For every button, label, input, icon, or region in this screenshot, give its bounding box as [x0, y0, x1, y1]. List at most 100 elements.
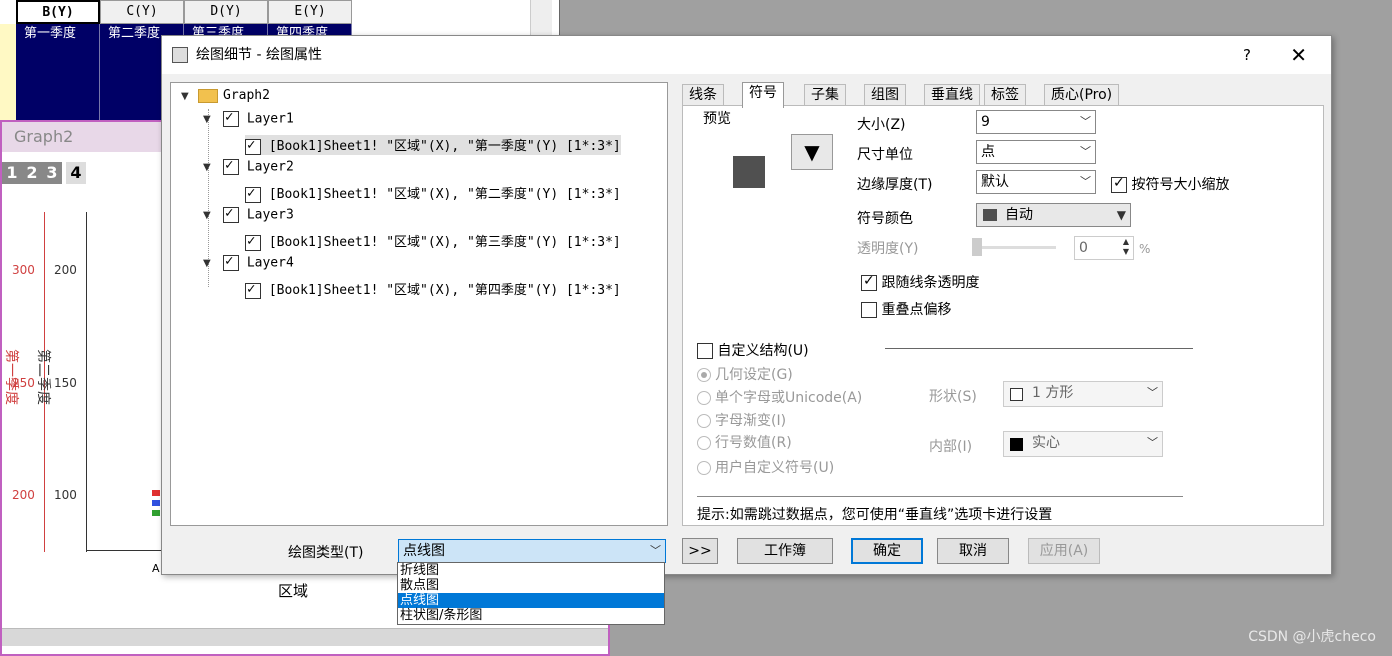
layer-button-1[interactable]: 1 — [2, 162, 22, 184]
apply-button[interactable]: 应用(A) — [1028, 538, 1100, 564]
scale-checkbox-row[interactable]: 按符号大小缩放 — [1111, 174, 1229, 194]
column-header-b[interactable]: B(Y) — [16, 0, 100, 24]
column-header-c[interactable]: C(Y) — [100, 0, 184, 24]
shape-label: 形状(S) — [929, 389, 977, 405]
layer3-checkbox[interactable] — [223, 205, 239, 223]
filled-square-icon — [1010, 438, 1023, 451]
tree-layer4[interactable]: Layer4 — [223, 253, 294, 271]
plot1-checkbox[interactable] — [245, 137, 261, 155]
graph-scrollbar[interactable] — [2, 628, 608, 646]
custom-struct-row[interactable]: 自定义结构(U) — [697, 340, 809, 360]
layer-button-4[interactable]: 4 — [66, 162, 86, 184]
dialog-title: 绘图细节 - 绘图属性 — [162, 36, 1331, 74]
option-bar[interactable]: 柱状图/条形图 — [398, 608, 664, 623]
watermark: CSDN @小虎checo — [1248, 629, 1376, 645]
plot-tree: ▼ Graph2 ▼ Layer1 [Book1]Sheet1! "区域"(X)… — [170, 82, 668, 526]
layer1-checkbox[interactable] — [223, 109, 239, 127]
transparency-unit: % — [1139, 242, 1151, 256]
radio-geometry-row[interactable]: 几何设定(G) — [697, 364, 793, 384]
option-line[interactable]: 折线图 — [398, 563, 664, 578]
unit-combo[interactable]: 点 ﹀ — [976, 140, 1096, 164]
custom-struct-label: 自定义结构(U) — [717, 343, 809, 359]
tab-droplines[interactable]: 垂直线 — [924, 84, 980, 106]
column-header-e[interactable]: E(Y) — [268, 0, 352, 24]
radio-user[interactable] — [697, 461, 711, 475]
collapse-caret-icon[interactable]: ▼ — [203, 162, 211, 173]
radio-geometry-label: 几何设定(G) — [715, 367, 793, 383]
slider-handle[interactable] — [972, 238, 982, 256]
column-header-d[interactable]: D(Y) — [184, 0, 268, 24]
tree-layer3[interactable]: Layer3 — [223, 205, 294, 223]
symbol-gallery-button[interactable]: ▼ — [791, 134, 833, 170]
collapse-caret-icon[interactable]: ▼ — [203, 114, 211, 125]
radio-rownum[interactable] — [697, 436, 711, 450]
edge-combo[interactable]: 默认 ﹀ — [976, 170, 1096, 194]
size-combo[interactable]: 9 ﹀ — [976, 110, 1096, 134]
plot2-checkbox[interactable] — [245, 185, 261, 203]
tab-symbol[interactable]: 符号 — [742, 82, 784, 108]
ok-button[interactable]: 确定 — [851, 538, 923, 564]
layer2-checkbox[interactable] — [223, 157, 239, 175]
symbol-preview — [733, 156, 765, 188]
row-header-strip — [0, 24, 16, 124]
radio-gradient[interactable] — [697, 414, 711, 428]
red-axis-label: 第一季度 — [3, 349, 19, 405]
collapse-caret-icon[interactable]: ▼ — [203, 210, 211, 221]
transparency-spinner[interactable]: 0 ▲ ▼ — [1074, 236, 1134, 260]
shape-combo[interactable]: 1 方形 ﹀ — [1003, 381, 1163, 407]
radio-rownum-row[interactable]: 行号数值(R) — [697, 432, 792, 452]
tree-layer2[interactable]: Layer2 — [223, 157, 294, 175]
radio-char-row[interactable]: 单个字母或Unicode(A) — [697, 387, 862, 407]
transparency-slider[interactable] — [976, 246, 1056, 249]
plot4-label: [Book1]Sheet1! "区域"(X), "第四季度"(Y) [1*:3*… — [268, 283, 621, 298]
radio-char[interactable] — [697, 391, 711, 405]
cell-b1[interactable]: 第一季度 — [16, 24, 100, 124]
red-tick-300: 300 — [12, 263, 35, 277]
size-value: 9 — [981, 114, 990, 130]
follow-line-checkbox[interactable] — [861, 273, 877, 291]
data-point-red — [152, 490, 160, 496]
expand-button[interactable]: >> — [682, 538, 718, 564]
radio-geometry[interactable] — [697, 368, 711, 382]
tree-plot3[interactable]: [Book1]Sheet1! "区域"(X), "第三季度"(Y) [1*:3*… — [245, 231, 621, 251]
unit-label: 尺寸单位 — [857, 147, 913, 163]
overlap-label: 重叠点偏移 — [881, 302, 952, 318]
radio-user-row[interactable]: 用户自定义符号(U) — [697, 457, 834, 477]
color-combo[interactable]: 自动 ▼ — [976, 203, 1131, 227]
follow-line-row[interactable]: 跟随线条透明度 — [861, 272, 979, 292]
tab-line[interactable]: 线条 — [682, 84, 724, 106]
collapse-caret-icon[interactable]: ▼ — [203, 258, 211, 269]
layer-button-3[interactable]: 3 — [42, 162, 62, 184]
plot3-checkbox[interactable] — [245, 233, 261, 251]
workbook-button[interactable]: 工作簿 — [737, 538, 833, 564]
layer4-checkbox[interactable] — [223, 253, 239, 271]
tree-layer1[interactable]: Layer1 — [223, 109, 294, 127]
tree-root[interactable]: Graph2 — [223, 88, 270, 103]
collapse-caret-icon[interactable]: ▼ — [181, 91, 189, 102]
interior-combo[interactable]: 实心 ﹀ — [1003, 431, 1163, 457]
tree-plot1[interactable]: [Book1]Sheet1! "区域"(X), "第一季度"(Y) [1*:3*… — [245, 135, 621, 155]
tab-group[interactable]: 组图 — [864, 84, 906, 106]
plot4-checkbox[interactable] — [245, 281, 261, 299]
cancel-button[interactable]: 取消 — [937, 538, 1009, 564]
hint-text: 提示:如需跳过数据点，您可使用“垂直线”选项卡进行设置 — [697, 507, 1053, 523]
option-line-symbol[interactable]: 点线图 — [398, 593, 664, 608]
help-button[interactable]: ? — [1243, 36, 1251, 74]
x-tick-a: A — [152, 562, 160, 575]
chevron-down-icon: ﹀ — [650, 544, 661, 557]
close-button[interactable]: ✕ — [1290, 36, 1307, 74]
scale-checkbox[interactable] — [1111, 175, 1127, 193]
overlap-checkbox[interactable] — [861, 302, 877, 318]
radio-gradient-row[interactable]: 字母渐变(I) — [697, 410, 786, 430]
option-scatter[interactable]: 散点图 — [398, 578, 664, 593]
tab-subset[interactable]: 子集 — [804, 84, 846, 106]
spin-arrows-icon[interactable]: ▲ ▼ — [1123, 237, 1129, 257]
tab-label[interactable]: 标签 — [984, 84, 1026, 106]
overlap-row[interactable]: 重叠点偏移 — [861, 299, 951, 319]
custom-struct-checkbox[interactable] — [697, 343, 713, 359]
tree-plot4[interactable]: [Book1]Sheet1! "区域"(X), "第四季度"(Y) [1*:3*… — [245, 279, 621, 299]
tree-plot2[interactable]: [Book1]Sheet1! "区域"(X), "第二季度"(Y) [1*:3*… — [245, 183, 621, 203]
layer-button-2[interactable]: 2 — [22, 162, 42, 184]
tab-centroid[interactable]: 质心(Pro) — [1044, 84, 1120, 106]
plot-type-combo[interactable]: 点线图 ﹀ — [398, 539, 666, 563]
